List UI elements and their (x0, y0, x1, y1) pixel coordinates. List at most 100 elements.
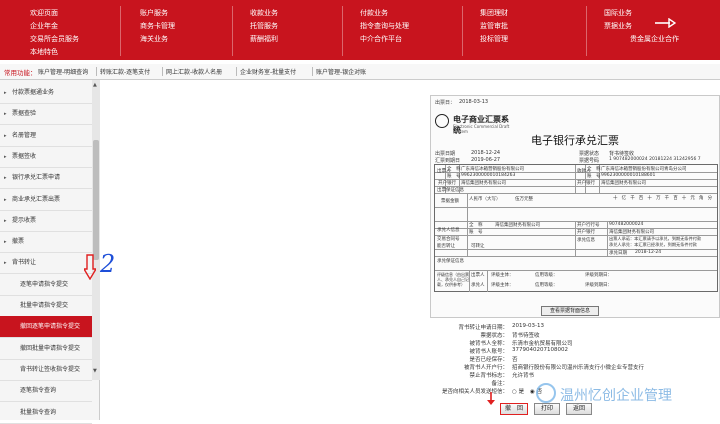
quick-divider (236, 67, 237, 76)
sidebar-item-7[interactable]: ▸ 撤票 (0, 231, 92, 254)
quick-item-1[interactable]: 转账汇款-逐笔支付 (100, 67, 150, 76)
expand-triangle-icon: ▸ (4, 260, 7, 267)
acceptor-bank: 海信集团财务有限公司 (609, 230, 654, 235)
scroll-down-icon[interactable]: ▼ (93, 368, 97, 374)
acceptor-account-label: 账 号 (469, 230, 483, 235)
sidebar-item-8[interactable]: ▸ 背书转让 (0, 252, 92, 275)
quick-item-0[interactable]: 账户管理-明细查询 (38, 67, 88, 76)
topnav-item-row2-1[interactable]: 商务卡管理 (140, 21, 175, 31)
topnav-item-row2-4[interactable]: 监管审批 (480, 21, 508, 31)
sidebar-item-5[interactable]: ▸ 商业承兑汇票出票 (0, 189, 92, 211)
issue-date-label: 出票日期 (435, 151, 456, 157)
quick-item-3[interactable]: 企业财务室-批量支付 (240, 67, 296, 76)
system-name-en: Electronic Commercial Draft System (453, 124, 510, 134)
topnav-item-row3-0[interactable]: 交易所会员服务 (30, 34, 79, 44)
transfer-label: 能否转让 (437, 244, 455, 249)
withdraw-button[interactable]: 撤 回 (500, 403, 528, 415)
sidebar-item-3[interactable]: ▸ 票据签收 (0, 146, 92, 168)
acceptor-name: 海信集团财务有限公司 (495, 223, 540, 228)
guarantee-label: 出票保证信息 (437, 188, 464, 193)
quick-item-4[interactable]: 账户管理-银企对账 (316, 67, 366, 76)
topnav-item-row1-2[interactable]: 收款业务 (250, 8, 278, 18)
topnav-item-row2-3[interactable]: 指令查询与处理 (360, 21, 409, 31)
sidebar-item-6[interactable]: ▸ 提示收票 (0, 210, 92, 232)
system-logo: 电子商业汇票系统 Electronic Commercial Draft Sys… (435, 114, 515, 135)
topnav-item-row3-2[interactable]: 薪酬福利 (250, 34, 278, 44)
expand-triangle-icon: ▸ (4, 196, 7, 203)
expand-triangle-icon: ▸ (4, 217, 7, 224)
topnav-item-row1-5[interactable]: 国际业务 (604, 8, 632, 18)
sidebar-item-15[interactable]: 批量指令查询 (0, 402, 92, 424)
topnav-divider (232, 6, 233, 56)
credit-grade-2: 信用等级： (535, 283, 558, 288)
scroll-up-icon[interactable]: ▲ (93, 82, 97, 88)
topnav-item-row4-0[interactable]: 本地特色 (30, 47, 58, 57)
topnav-item-row3-1[interactable]: 海关业务 (140, 34, 168, 44)
sidebar-item-label: 银行承兑汇票申请 (12, 174, 61, 182)
digit-header-8: 十 (681, 196, 687, 201)
rating-org-2: 评级主体： (491, 283, 514, 288)
sidebar-item-10[interactable]: 批量申请指令提交 (0, 295, 92, 317)
info-value-0: 2019-03-13 (512, 323, 544, 329)
drawer-fullname-label: 全 称 (447, 167, 461, 172)
digit-header-6: 千 (664, 196, 670, 201)
accept-info-label: 承兑信息 (577, 238, 595, 243)
number-value: 1 907482000024 20181224 31242956 7 (609, 157, 701, 162)
quick-item-2[interactable]: 网上汇款-收款人名册 (166, 67, 222, 76)
sidebar-item-0[interactable]: ▸ 付款票据通业务 (0, 82, 92, 104)
sidebar-item-4[interactable]: ▸ 银行承兑汇票申请 (0, 167, 92, 190)
expand-triangle-icon: ▸ (4, 90, 7, 96)
view-back-info-button[interactable]: 查看票据背面信息 (541, 306, 599, 316)
topnav-item-row3-4[interactable]: 投标管理 (480, 34, 508, 44)
watermark-logo-icon (536, 383, 556, 403)
sidebar-item-label: 票据查验 (12, 110, 37, 118)
trade-label: 交易合同号 (437, 237, 460, 242)
sidebar-item-14[interactable]: 逐笔指令查询 (0, 380, 92, 403)
info-label-0: 背书转让申请日期： (458, 325, 508, 331)
hand-drawn-arrow-down-icon (84, 254, 96, 280)
expand-triangle-icon: ▸ (4, 239, 7, 246)
digit-header-0: 十 (613, 196, 618, 201)
expand-triangle-icon: ▸ (4, 153, 7, 160)
topnav-item-row3-5[interactable]: 贵金属企业合作 (630, 34, 679, 44)
sidebar-item-2[interactable]: ▸ 名册管理 (0, 125, 92, 147)
digit-header-2: 千 (630, 196, 635, 201)
quick-functions-bar: 常用功能： 账户管理-明细查询 转账汇款-逐笔支付 网上汇款-收款人名册 企业财务室-… (0, 64, 720, 80)
topnav-item-row2-0[interactable]: 企业年金 (30, 21, 58, 31)
sidebar-item-13[interactable]: 背书转让签收指令提交 (0, 359, 92, 381)
sidebar-item-1[interactable]: ▸ 票据查验 (0, 103, 92, 126)
payee-bank: 海信集团财务有限公司 (601, 181, 646, 186)
acceptor-fullname-label: 全 称 (469, 223, 483, 228)
sidebar-item-12[interactable]: 撤回批量申请指令提交 (0, 338, 92, 360)
topnav-item-row2-2[interactable]: 托管服务 (250, 21, 278, 31)
annotation-number: 2 (100, 250, 116, 278)
topnav-item-row1-3[interactable]: 付款业务 (360, 8, 388, 18)
topnav-item-row1-0[interactable]: 欢迎页面 (30, 8, 58, 18)
info-value-4: 否 (512, 357, 518, 363)
drawer-bank: 海信集团财务有限公司 (461, 181, 506, 186)
expand-triangle-icon: ▸ (4, 132, 7, 139)
sidebar-item-label: 撤票 (12, 238, 25, 246)
acceptor-bank-no: 907482000024 (609, 222, 644, 227)
sidebar-item-9[interactable]: 逐笔申请指令提交 (0, 274, 92, 296)
rating-org-1: 评级主体： (491, 273, 514, 278)
topnav-item-row2-5[interactable]: 票据业务 (604, 21, 632, 31)
topnav-item-row1-1[interactable]: 账户服务 (140, 8, 168, 18)
rating-label: 评级信息（由出票人、承兑人自己记载，仅供参考） (437, 272, 469, 287)
digit-header-9: 元 (690, 196, 695, 201)
topnav-item-row3-3[interactable]: 中介合作平台 (360, 34, 402, 44)
drawer-account-label: 账 号 (447, 174, 461, 179)
draft-issue-label: 出票日： (435, 100, 456, 106)
sidebar-item-label: 票据签收 (12, 152, 37, 160)
info-label-3: 被背书人账号： (469, 349, 508, 355)
sidebar-scrollbar[interactable]: ▲ ▼ (92, 80, 100, 380)
draft-document: 出票日： 2018-03-13 电子商业汇票系统 Electronic Comm… (430, 95, 720, 318)
red-arrow-down-annotation-icon (487, 392, 495, 405)
digit-header-5: 万 (656, 196, 661, 201)
rating-acceptor-label: 承兑人 (471, 283, 485, 288)
drawer-bank-label: 开户银行 (438, 181, 456, 186)
topnav-item-row1-4[interactable]: 集团理财 (480, 8, 508, 18)
scrollbar-thumb[interactable] (93, 140, 99, 260)
sms-yes-radio[interactable]: ○ 是 (512, 387, 524, 395)
sidebar-item-11[interactable]: 撤回逐笔申请指令提交 (0, 316, 92, 339)
